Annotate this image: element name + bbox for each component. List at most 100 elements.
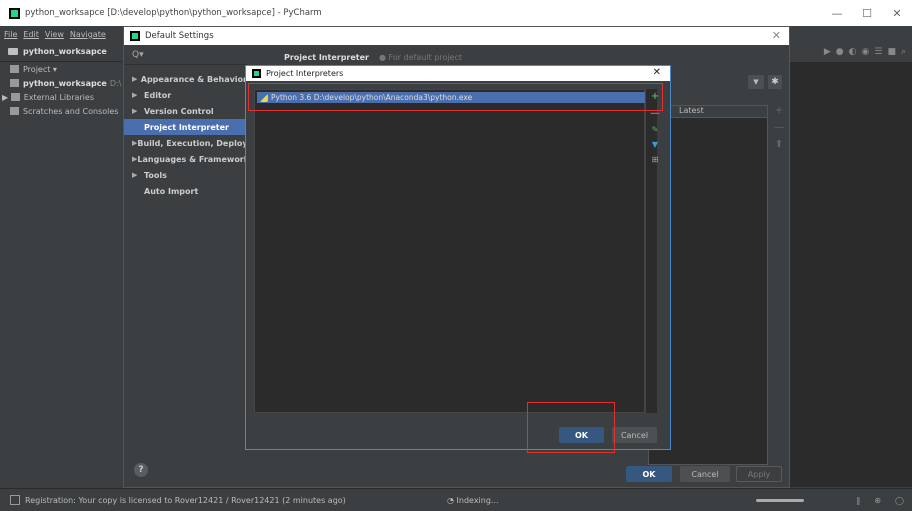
nav-project-interpreter[interactable]: Project Interpreter <box>124 119 247 135</box>
chevron-down-icon: ▾ <box>50 64 57 74</box>
indexing-status: ◔ Indexing... <box>447 496 499 505</box>
settings-cancel-button[interactable]: Cancel <box>680 466 730 482</box>
settings-search-input[interactable]: Q▾ <box>124 45 247 65</box>
pycharm-app-icon <box>130 31 140 41</box>
tool-windows-icon[interactable] <box>10 495 20 505</box>
right-toolbar: ▶ ● ◐ ◉ ☰ ■ ⌕ <box>790 42 912 62</box>
tree-item-label: External Libraries <box>23 92 94 102</box>
chevron-right-icon: ▶ <box>2 92 11 102</box>
packages-toolbar: + — ⬆ <box>770 105 788 150</box>
maximize-button[interactable]: ☐ <box>852 0 882 26</box>
nav-tools[interactable]: ▶ Tools <box>124 167 247 183</box>
tree-item-label: python_worksapce <box>23 78 107 88</box>
page-title: Project Interpreter <box>284 53 369 62</box>
indexing-text: Indexing... <box>456 495 499 505</box>
close-window-button[interactable]: ✕ <box>882 0 912 26</box>
pause-icon[interactable]: ‖ <box>856 496 860 505</box>
add-package-icon[interactable]: + <box>775 105 783 116</box>
run-icon[interactable]: ▶ <box>824 47 831 57</box>
search-icon: Q▾ <box>132 49 144 60</box>
interpreters-titlebar: Project Interpreters ✕ <box>246 66 670 81</box>
nav-label: Tools <box>144 170 167 180</box>
pycharm-app-icon <box>252 69 261 78</box>
settings-nav: Q▾ ▶ Appearance & Behavior ▶ Editor ▶ Ve… <box>124 45 247 465</box>
event-log-icon[interactable]: ◯ <box>895 496 904 505</box>
interpreters-title: Project Interpreters <box>266 69 344 78</box>
chevron-right-icon: ▶ <box>132 171 138 179</box>
info-icon: ● <box>378 53 389 62</box>
nav-label: Build, Execution, Deployment <box>137 138 247 148</box>
filter-icon[interactable]: ▼ <box>652 140 658 149</box>
nav-label: Editor <box>144 90 172 100</box>
chevron-right-icon: ▶ <box>132 75 138 83</box>
tree-item-external-libraries[interactable]: ▶ External Libraries <box>0 90 122 104</box>
project-breadcrumb: python_worksapce <box>0 42 122 62</box>
menu-file[interactable]: File <box>4 30 17 39</box>
tree-item-path: D:\ <box>109 78 122 88</box>
coverage-icon[interactable]: ◐ <box>849 47 857 57</box>
nav-version-control[interactable]: ▶ Version Control <box>124 103 247 119</box>
structure-icon[interactable]: ☰ <box>874 47 882 57</box>
nav-auto-import[interactable]: Auto Import <box>124 183 247 199</box>
tree-item-label: Scratches and Consoles <box>23 106 119 116</box>
interpreter-list: Python 3.6 D:\develop\python\Anaconda3\p… <box>254 89 645 413</box>
project-tree: Project ▾ python_worksapce D:\ ▶ Externa… <box>0 62 122 487</box>
interpreters-cancel-button[interactable]: Cancel <box>612 427 657 443</box>
page-subtitle: ● For default project <box>379 53 462 62</box>
spinner-icon: ◔ <box>447 495 457 505</box>
nav-build-execution[interactable]: ▶ Build, Execution, Deployment <box>124 135 247 151</box>
project-interpreters-dialog: Project Interpreters ✕ Python 3.6 D:\dev… <box>245 65 671 450</box>
nav-languages-frameworks[interactable]: ▶ Languages & Frameworks <box>124 151 247 167</box>
status-bar: Registration: Your copy is licensed to R… <box>0 488 912 511</box>
project-icon <box>10 65 19 73</box>
nav-label: Languages & Frameworks <box>137 154 247 164</box>
nav-label: Project Interpreter <box>144 122 229 132</box>
nav-label: Auto Import <box>144 186 199 196</box>
menubar: File Edit View Navigate <box>0 26 122 42</box>
indexing-progress-bar <box>756 499 804 502</box>
show-paths-icon[interactable]: ⊞ <box>652 155 659 164</box>
folder-icon <box>8 48 18 55</box>
close-icon[interactable]: ✕ <box>772 29 781 42</box>
interpreter-dropdown-button[interactable]: ▼ <box>748 75 764 89</box>
library-icon <box>10 93 20 101</box>
registration-status: Registration: Your copy is licensed to R… <box>25 495 346 505</box>
nav-editor[interactable]: ▶ Editor <box>124 87 247 103</box>
profile-icon[interactable]: ◉ <box>862 47 870 57</box>
folder-icon <box>10 79 19 87</box>
debug-icon[interactable]: ● <box>836 47 844 57</box>
settings-ok-button[interactable]: OK <box>626 466 672 482</box>
menu-view[interactable]: View <box>45 30 64 39</box>
page-subtitle-text: For default project <box>388 53 463 62</box>
pycharm-app-icon <box>9 7 20 19</box>
chevron-right-icon: ▶ <box>132 91 138 99</box>
remove-package-icon[interactable]: — <box>774 122 784 133</box>
project-view-label: Project <box>23 64 51 74</box>
window-controls: — ☐ ✕ <box>822 0 912 26</box>
close-icon[interactable]: ✕ <box>653 67 661 78</box>
tree-item-python-worksapce[interactable]: python_worksapce D:\ <box>0 76 122 90</box>
settings-apply-button[interactable]: Apply <box>736 466 782 482</box>
search-icon[interactable]: ⌕ <box>901 47 906 57</box>
nav-label: Appearance & Behavior <box>140 74 247 84</box>
tree-item-scratches[interactable]: Scratches and Consoles <box>0 104 122 118</box>
minimize-button[interactable]: — <box>822 0 852 26</box>
menu-navigate[interactable]: Navigate <box>70 30 106 39</box>
window-title: python_worksapce [D:\develop\python\pyth… <box>25 8 322 18</box>
upgrade-package-icon[interactable]: ⬆ <box>775 139 783 150</box>
editor-area <box>790 62 912 487</box>
project-view-selector[interactable]: Project ▾ <box>0 62 122 76</box>
lock-icon[interactable]: ⊕ <box>874 496 881 505</box>
breadcrumb: Project Interpreter ● For default projec… <box>284 53 462 62</box>
menu-edit[interactable]: Edit <box>23 30 39 39</box>
settings-footer: OK Cancel Apply <box>124 465 789 489</box>
edit-icon[interactable]: ✎ <box>652 125 659 134</box>
chevron-right-icon: ▶ <box>132 107 138 115</box>
settings-title: Default Settings <box>145 31 214 41</box>
highlight-box-ok <box>527 402 615 453</box>
project-name[interactable]: python_worksapce <box>23 47 107 56</box>
gear-icon[interactable]: ✱ <box>768 75 782 89</box>
window-titlebar: python_worksapce [D:\develop\python\pyth… <box>0 0 912 26</box>
nav-appearance-behavior[interactable]: ▶ Appearance & Behavior <box>124 71 247 87</box>
stop-icon[interactable]: ■ <box>887 47 896 57</box>
